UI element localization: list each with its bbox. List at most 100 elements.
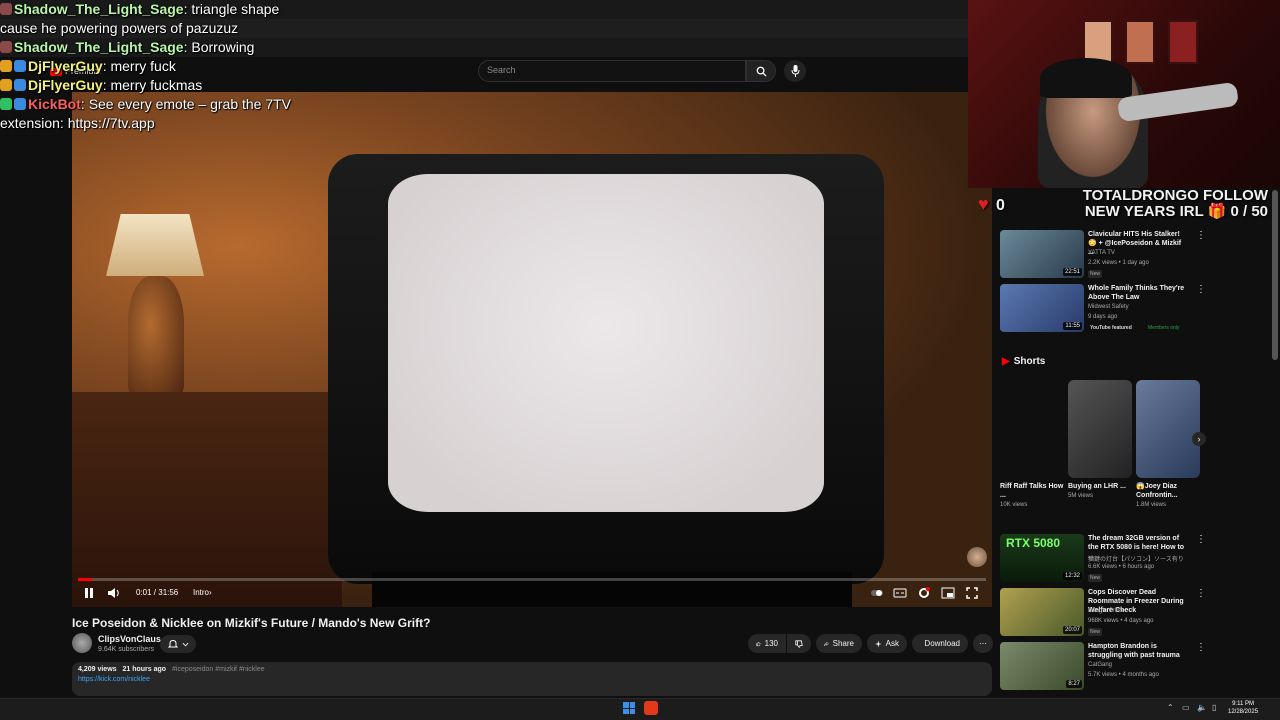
taskbar-clock[interactable]: 9:11 PM 12/28/2025 xyxy=(1228,700,1258,716)
recommendation-channel[interactable]: 猫鍵の灯台【パソコン】ソース有り xyxy=(1088,554,1184,563)
voice-search-button[interactable] xyxy=(784,60,806,82)
short-item[interactable]: 😱Joey Diaz Confrontin... 1.8M views xyxy=(1136,380,1200,508)
network-icon[interactable]: ▭ xyxy=(1182,703,1190,712)
recommendation-item[interactable]: 11:55 Whole Family Thinks They're Above … xyxy=(1000,284,1206,336)
video-frame-lamp-base xyxy=(128,276,184,396)
dislike-button[interactable] xyxy=(787,634,811,653)
share-label: Share xyxy=(832,639,854,648)
chat-badge-icon xyxy=(14,60,26,72)
short-views: 1.8M views xyxy=(1136,502,1167,508)
chevron-up-icon[interactable]: ⌃ xyxy=(1167,703,1174,712)
share-button[interactable]: Share xyxy=(816,634,862,653)
speaker-icon[interactable]: 🔈 xyxy=(1197,703,1207,712)
streamer-beanie xyxy=(1040,58,1132,98)
battery-icon[interactable]: ▯ xyxy=(1212,703,1216,712)
progress-bar[interactable] xyxy=(78,578,986,581)
short-item[interactable]: Riff Raff Talks How ... 10K views xyxy=(1000,380,1064,508)
share-icon xyxy=(824,641,829,646)
search-icon xyxy=(756,66,767,77)
video-thumbnail[interactable]: 20:07 xyxy=(1000,588,1084,636)
chat-badge-icon xyxy=(0,41,12,53)
shorts-next-button[interactable]: › xyxy=(1192,432,1206,446)
chat-text: See every emote – grab the 7TV xyxy=(88,96,292,112)
notification-bell-button[interactable] xyxy=(160,635,196,653)
short-thumbnail[interactable] xyxy=(1000,380,1064,478)
duration-badge: 8:27 xyxy=(1066,680,1082,688)
recommendation-meta: 968K views • 4 days ago xyxy=(1088,618,1154,624)
channel-name[interactable]: ClipsVonClaus xyxy=(98,634,161,644)
recommendation-item[interactable]: 20:07 Cops Discover Dead Roommate in Fre… xyxy=(1000,588,1206,640)
volume-icon[interactable] xyxy=(107,586,121,600)
video-thumbnail[interactable]: 8:27 xyxy=(1000,642,1084,690)
recommendation-item[interactable]: 8:27 Hampton Brandon is struggling with … xyxy=(1000,642,1206,694)
recommendation-meta: 5.7K views • 4 months ago xyxy=(1088,672,1159,678)
more-vertical-icon[interactable]: ⋮ xyxy=(1196,534,1206,545)
chapter-button[interactable]: Intro xyxy=(193,588,209,597)
clock-date: 12/28/2025 xyxy=(1228,709,1259,715)
pause-icon[interactable] xyxy=(82,586,96,600)
video-thumbnail[interactable]: RTX 5080 12:32 xyxy=(1000,534,1084,582)
short-thumbnail[interactable] xyxy=(1136,380,1200,478)
recommendation-channel[interactable]: CatGang xyxy=(1088,662,1112,668)
video-thumbnail[interactable]: 22:51 xyxy=(1000,230,1084,278)
chat-text: triangle shape xyxy=(191,1,280,17)
short-title[interactable]: Riff Raff Talks How ... xyxy=(1000,482,1064,500)
recommendation-channel[interactable]: Dangle Crime xyxy=(1088,608,1125,614)
description-link[interactable]: https://kick.com/nicklee xyxy=(78,676,986,683)
chat-username: Shadow_The_Light_Sage xyxy=(14,1,184,17)
short-views: 5M views xyxy=(1068,493,1094,499)
more-vertical-icon[interactable]: ⋮ xyxy=(1196,230,1206,241)
video-player[interactable] xyxy=(72,92,992,607)
upload-age: 21 hours ago xyxy=(122,666,167,673)
more-vertical-icon[interactable]: ⋮ xyxy=(1196,284,1206,295)
autoplay-toggle-icon[interactable] xyxy=(870,586,884,600)
short-item[interactable]: Buying an LHR ... 5M views xyxy=(1068,380,1132,499)
fullscreen-icon[interactable] xyxy=(965,586,979,600)
wall-frame xyxy=(1168,20,1198,64)
recommendation-item[interactable]: 22:51 Clavicular HITS His Stalker! 😳 + @… xyxy=(1000,230,1206,282)
chat-text: cause he powering powers of pazuzuz xyxy=(0,20,239,36)
channel-watermark[interactable] xyxy=(967,547,987,567)
sparkle-icon xyxy=(875,640,882,647)
view-count: 4,209 views xyxy=(78,666,117,673)
short-title[interactable]: 😱Joey Diaz Confrontin... xyxy=(1136,482,1200,500)
search-button[interactable] xyxy=(746,60,776,82)
like-button[interactable]: 130 xyxy=(748,634,786,653)
settings-gear-icon[interactable] xyxy=(917,586,931,600)
chat-message: Shadow_The_Light_Sage: triangle shape xyxy=(0,0,968,19)
progress-fill xyxy=(78,578,92,581)
shorts-heading: ▶ Shorts xyxy=(1002,356,1045,367)
short-title[interactable]: Buying an LHR ... xyxy=(1068,482,1132,491)
recommendation-channel[interactable]: YATTA TV xyxy=(1088,250,1115,256)
recommendation-channel[interactable]: Midwest Safety xyxy=(1088,304,1129,310)
recommendation-title[interactable]: Hampton Brandon is struggling with past … xyxy=(1088,642,1188,660)
more-vertical-icon[interactable]: ⋮ xyxy=(1196,588,1206,599)
heart-icon: ♥ xyxy=(978,194,989,214)
chat-badge-icon xyxy=(0,60,12,72)
video-frame-lamp xyxy=(106,214,204,276)
duration-badge: 22:51 xyxy=(1062,268,1082,276)
follow-goal-overlay: ♥ 0 TOTALDRONGO FOLLOW NEW YEARS IRL 🎁 0… xyxy=(978,188,1280,224)
more-vertical-icon[interactable]: ⋮ xyxy=(1196,642,1206,653)
chat-text: extension: https://7tv.app xyxy=(0,115,155,131)
recommendation-meta: 9 days ago xyxy=(1088,314,1118,320)
download-label: Download xyxy=(924,639,960,648)
duration-badge: 12:32 xyxy=(1062,572,1082,580)
download-button[interactable]: Download xyxy=(912,634,968,653)
like-count: 130 xyxy=(764,639,778,648)
time-display: 0:01 / 31:56 xyxy=(136,588,179,597)
ask-button[interactable]: Ask xyxy=(867,634,907,653)
more-actions-button[interactable]: ⋯ xyxy=(973,634,993,653)
recommendation-title[interactable]: Whole Family Thinks They're Above The La… xyxy=(1088,284,1188,302)
short-thumbnail[interactable] xyxy=(1068,380,1132,478)
channel-avatar[interactable] xyxy=(72,633,92,653)
captions-icon[interactable] xyxy=(893,586,907,600)
search-input[interactable]: Search xyxy=(478,60,746,82)
miniplayer-icon[interactable] xyxy=(941,586,955,600)
hashtags[interactable]: #iceposeidon #mizkif #nicklee xyxy=(172,666,265,673)
recommendation-item[interactable]: RTX 5080 12:32 The dream 32GB version of… xyxy=(1000,534,1206,586)
video-thumbnail[interactable]: 11:55 xyxy=(1000,284,1084,332)
brave-browser-icon[interactable] xyxy=(644,701,658,715)
description-box[interactable]: 4,209 views 21 hours ago #iceposeidon #m… xyxy=(72,662,992,696)
windows-start-button[interactable] xyxy=(623,702,635,714)
